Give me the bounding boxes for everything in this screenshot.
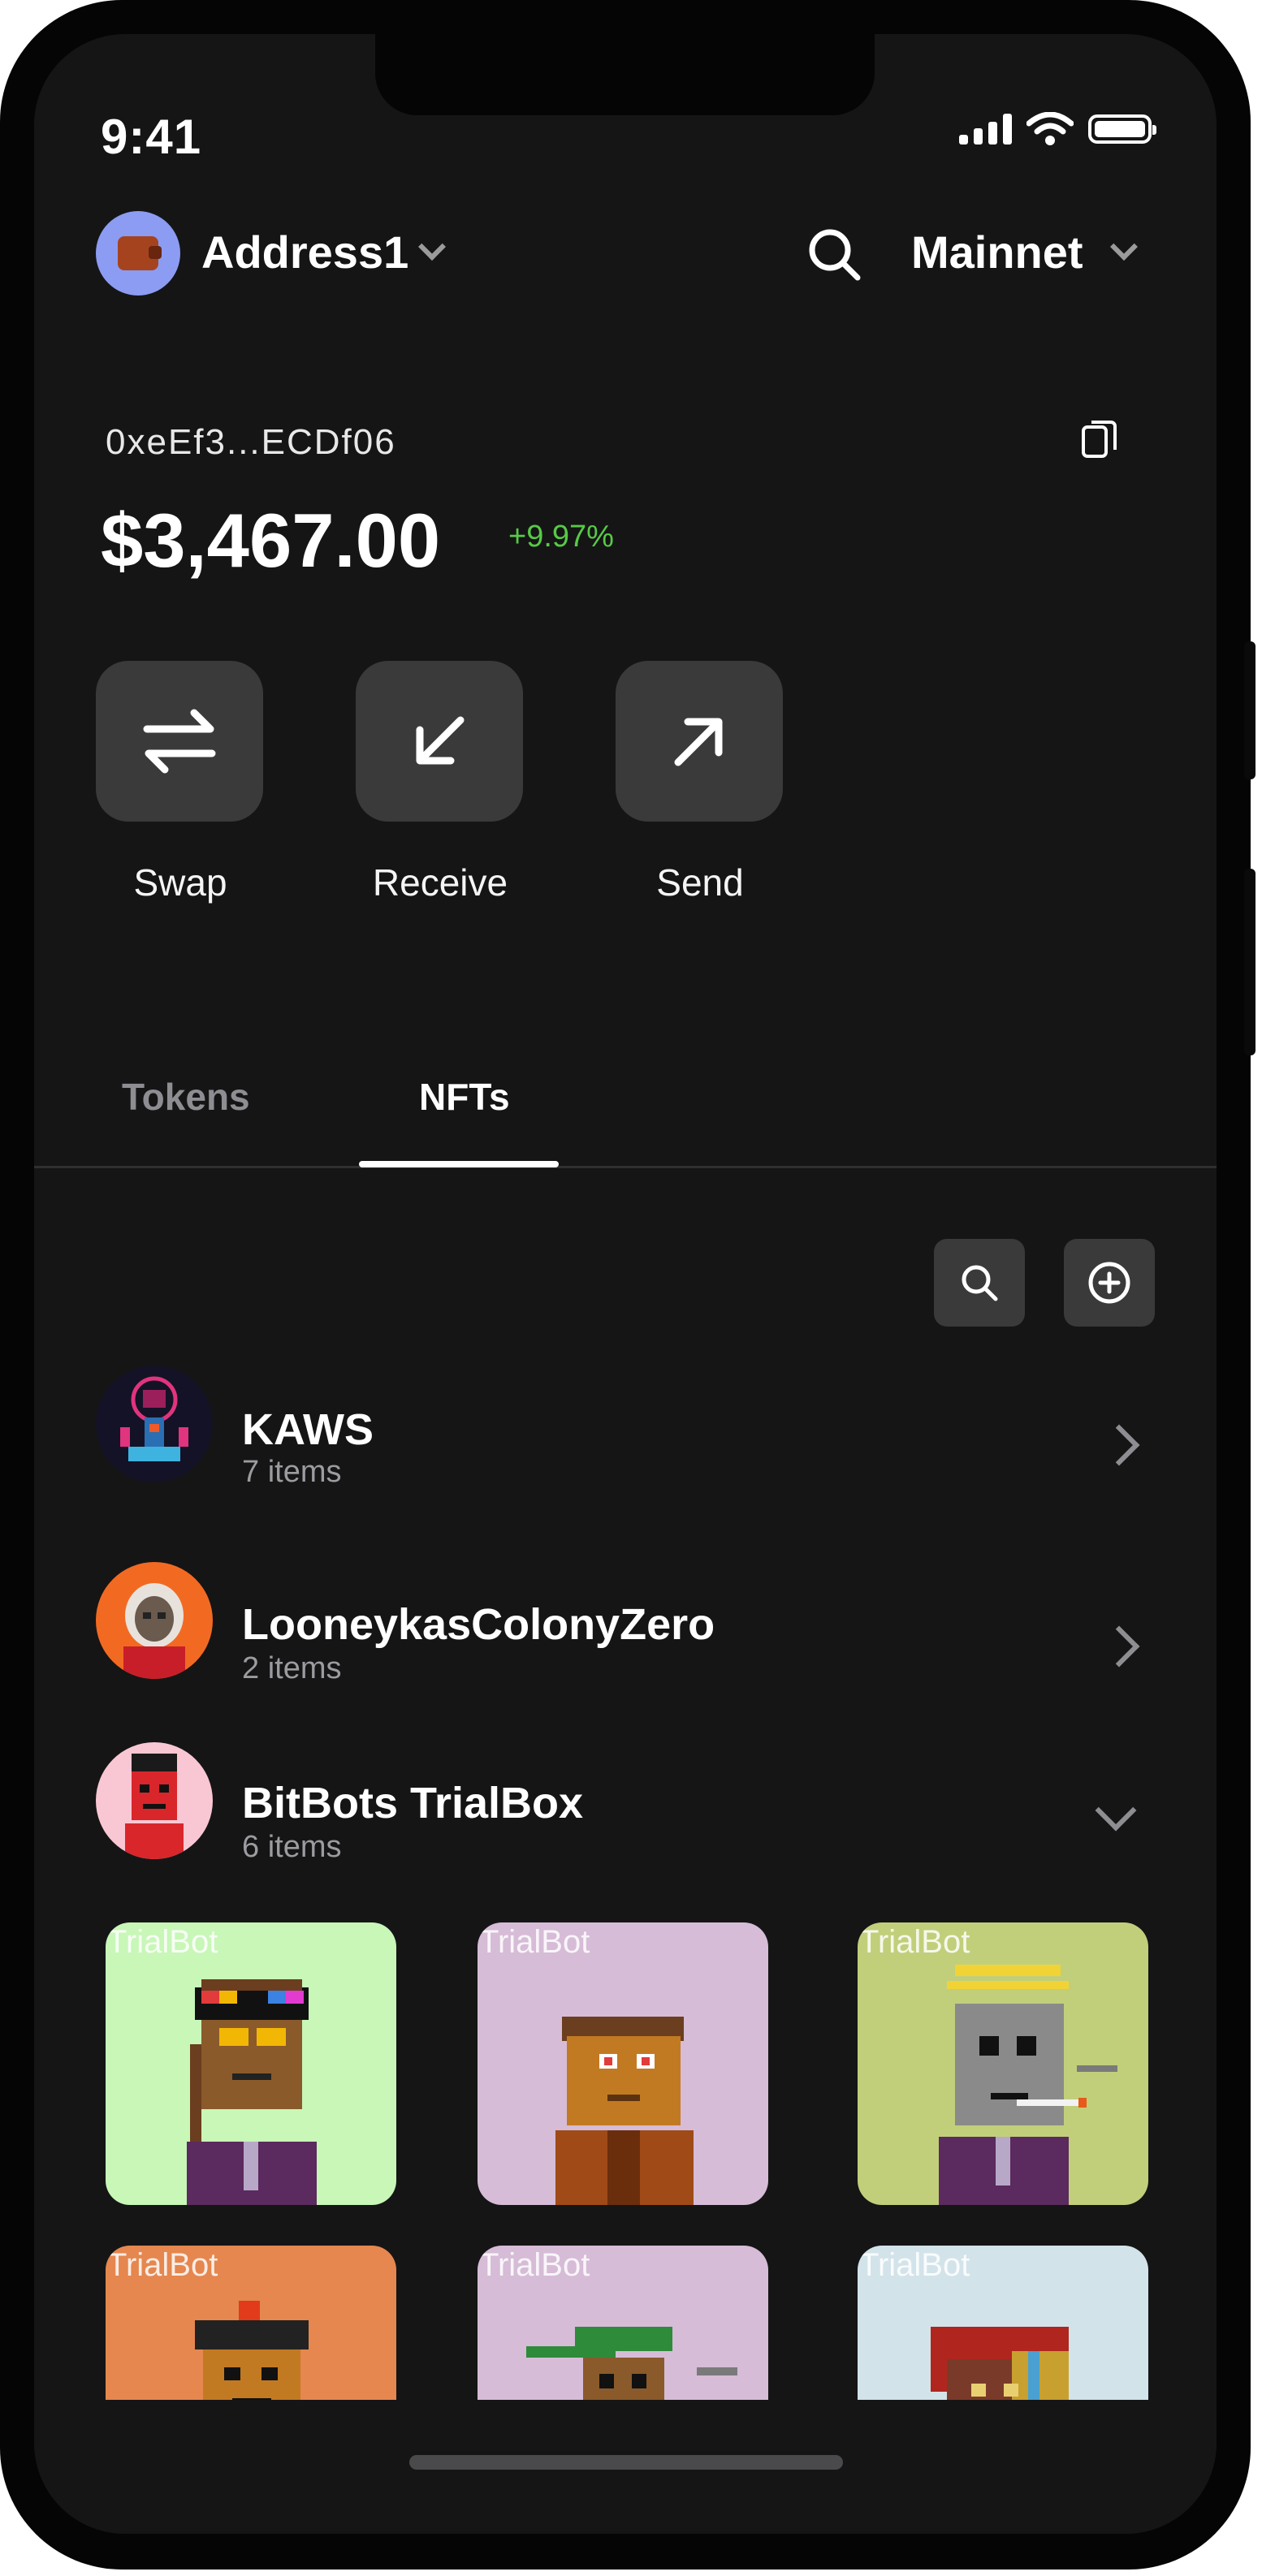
swap-arrows-icon (143, 709, 216, 774)
collection-avatar-bitbots[interactable] (96, 1742, 213, 1859)
phone-frame: 9:41 Address1 Mainnet 0xeEf3...ECDf06 $3… (0, 0, 1256, 2570)
send-button[interactable] (616, 661, 783, 822)
wallet-address: 0xeEf3...ECDf06 (106, 422, 396, 462)
collection-name[interactable]: LooneykasColonyZero (242, 1599, 715, 1650)
nft-card-label: TrialBot (107, 1924, 218, 1960)
notch (375, 34, 875, 115)
status-icons (959, 112, 1156, 146)
active-tab-indicator (359, 1161, 559, 1167)
nft-card[interactable]: TrialBot (478, 1922, 768, 2205)
network-chevron-down-icon[interactable] (1110, 233, 1138, 261)
screen: 9:41 Address1 Mainnet 0xeEf3...ECDf06 $3… (34, 34, 1217, 2534)
collection-name[interactable]: BitBots TrialBox (242, 1778, 583, 1828)
add-nft-button[interactable] (1064, 1239, 1155, 1327)
account-chevron-down-icon[interactable] (418, 233, 446, 261)
copy-icon[interactable] (1082, 419, 1117, 460)
wallet-balance: $3,467.00 (101, 498, 441, 583)
nft-card-label: TrialBot (859, 1924, 970, 1960)
nft-search-button[interactable] (934, 1239, 1025, 1327)
chevron-right-icon[interactable] (1098, 1625, 1140, 1668)
tab-divider (34, 1166, 1217, 1168)
receive-button[interactable] (356, 661, 523, 822)
bitbots-artwork (96, 1742, 213, 1859)
nft-card-label: TrialBot (479, 1924, 590, 1960)
swap-label: Swap (133, 861, 227, 904)
nft-card[interactable]: TrialBot (106, 1922, 396, 2205)
receive-label: Receive (372, 861, 508, 904)
send-label: Send (656, 861, 744, 904)
chevron-right-icon[interactable] (1098, 1424, 1140, 1466)
balance-change: +9.97% (508, 520, 614, 554)
arrow-down-left-icon (416, 716, 465, 765)
home-indicator[interactable] (409, 2455, 843, 2470)
tab-nfts[interactable]: NFTs (419, 1075, 510, 1119)
side-button-upper (1244, 641, 1256, 779)
arrow-up-right-icon (674, 718, 723, 766)
side-button-lower (1244, 869, 1256, 1055)
collection-avatar-kaws[interactable] (96, 1366, 213, 1482)
account-avatar[interactable] (96, 211, 180, 296)
collection-avatar-looneykas[interactable] (96, 1562, 213, 1679)
looneykas-artwork (96, 1562, 213, 1679)
plus-circle-icon (1088, 1262, 1130, 1304)
wallet-icon (118, 236, 162, 270)
nft-artwork (939, 1965, 1117, 2205)
nft-card[interactable]: TrialBot (858, 1922, 1148, 2205)
wifi-icon (1026, 112, 1074, 145)
nft-card-label: TrialBot (859, 2247, 970, 2283)
search-icon[interactable] (806, 226, 862, 283)
account-name[interactable]: Address1 (201, 226, 408, 278)
status-time: 9:41 (101, 110, 202, 164)
nft-card-label: TrialBot (479, 2247, 590, 2283)
nft-artwork (187, 1979, 317, 2205)
collection-count: 6 items (242, 1830, 342, 1864)
search-icon (962, 1265, 998, 1301)
chevron-down-icon[interactable] (1095, 1789, 1137, 1832)
kaws-artwork (96, 1366, 213, 1482)
collection-count: 7 items (242, 1455, 342, 1489)
collection-name[interactable]: KAWS (242, 1405, 374, 1455)
swap-button[interactable] (96, 661, 263, 822)
collection-count: 2 items (242, 1651, 342, 1685)
signal-icon (959, 114, 1012, 145)
nft-card-label: TrialBot (107, 2247, 218, 2283)
battery-icon (1088, 114, 1156, 144)
network-selector[interactable]: Mainnet (911, 226, 1083, 278)
nft-artwork (555, 2017, 694, 2205)
tab-tokens[interactable]: Tokens (122, 1075, 250, 1119)
